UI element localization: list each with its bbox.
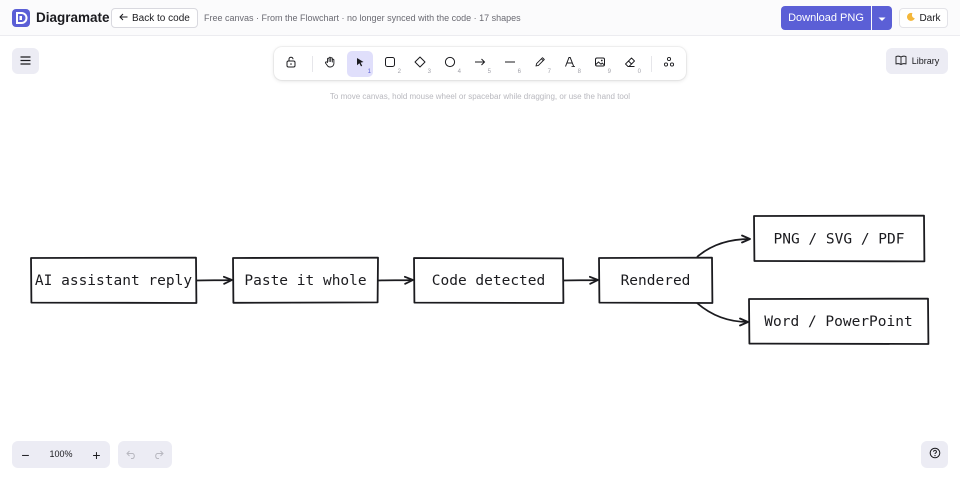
dark-mode-label: Dark [919, 12, 941, 24]
eraser-icon [624, 55, 636, 73]
tool-selection[interactable]: 1 [347, 51, 373, 77]
app-name: Diagramate [36, 10, 110, 25]
line-icon [504, 55, 516, 73]
library-label: Library [911, 56, 940, 66]
node-label: Paste it whole [244, 273, 366, 289]
back-to-code-label: Back to code [132, 12, 190, 24]
flow-node-detected[interactable]: Code detected [413, 257, 565, 304]
tool-line[interactable]: 6 [497, 51, 523, 77]
flow-node-paste[interactable]: Paste it whole [232, 256, 379, 304]
flow-node-png[interactable]: PNG / SVG / PDF [753, 214, 926, 263]
shape-toolbar: 1 2 3 4 5 6 7 8 9 0 [274, 47, 686, 80]
tool-eraser[interactable]: 0 [617, 51, 643, 77]
diamond-icon [414, 55, 426, 73]
text-icon [564, 55, 576, 73]
undo-button[interactable] [118, 441, 145, 468]
node-label: Word / PowerPoint [764, 314, 912, 330]
tool-shortcut: 0 [637, 69, 641, 75]
tool-shortcut: 1 [367, 69, 371, 75]
flow-node-rendered[interactable]: Rendered [598, 256, 714, 304]
tool-shortcut: 9 [607, 69, 611, 75]
node-label: Rendered [621, 273, 691, 289]
toolbar-divider [312, 56, 313, 72]
question-circle-icon [929, 446, 941, 464]
flow-node-word[interactable]: Word / PowerPoint [748, 297, 930, 345]
help-button[interactable] [921, 441, 948, 468]
zoom-in-button[interactable]: + [83, 441, 110, 468]
flow-arrow[interactable] [562, 275, 599, 285]
arrow-right-icon [474, 55, 486, 73]
image-icon [594, 55, 606, 73]
tool-hand[interactable] [317, 51, 343, 77]
tool-arrow[interactable]: 5 [467, 51, 493, 77]
flow-arrow[interactable] [377, 275, 414, 285]
tool-shortcut: 7 [547, 69, 551, 75]
tool-shortcut: 6 [517, 69, 521, 75]
canvas-hint-text: To move canvas, hold mouse wheel or spac… [329, 92, 631, 101]
canvas-info-text: Free canvas · From the Flowchart · no lo… [204, 13, 521, 23]
back-to-code-button[interactable]: Back to code [111, 8, 198, 28]
undo-icon [126, 446, 137, 464]
pointer-icon [354, 55, 366, 73]
main-menu-button[interactable] [12, 48, 39, 74]
tool-ellipse[interactable]: 4 [437, 51, 463, 77]
flow-arrow[interactable] [696, 302, 749, 327]
tool-text[interactable]: 8 [557, 51, 583, 77]
moon-icon [906, 12, 916, 25]
download-options-button[interactable] [872, 6, 892, 30]
flow-arrow[interactable] [195, 275, 233, 285]
tool-rectangle[interactable]: 2 [377, 51, 403, 77]
pencil-icon [534, 55, 546, 73]
redo-button[interactable] [145, 441, 172, 468]
zoom-level[interactable]: 100% [42, 441, 80, 468]
tool-shortcut: 3 [427, 69, 431, 75]
top-bar: Diagramate Back to code Free canvas · Fr… [0, 0, 960, 36]
download-png-button[interactable]: Download PNG [781, 6, 871, 30]
dark-mode-toggle[interactable]: Dark [899, 8, 948, 28]
node-label: PNG / SVG / PDF [774, 232, 905, 248]
tool-draw[interactable]: 7 [527, 51, 553, 77]
node-label: AI assistant reply [35, 273, 192, 289]
ellipse-icon [444, 55, 456, 73]
lock-open-icon [285, 55, 297, 73]
hamburger-icon [20, 52, 31, 70]
download-group: Download PNG [781, 6, 892, 30]
zoom-controls: − 100% + [12, 441, 110, 468]
node-label: Code detected [432, 273, 546, 289]
tool-shortcut: 5 [487, 69, 491, 75]
arrow-left-icon [119, 13, 128, 24]
tool-shortcut: 2 [397, 69, 401, 75]
shapes-icon [663, 55, 675, 73]
chevron-down-icon [878, 9, 886, 27]
toolbar-divider [651, 56, 652, 72]
library-button[interactable]: Library [886, 48, 948, 74]
flow-node-ai-reply[interactable]: AI assistant reply [30, 256, 198, 304]
tool-extra-tools[interactable] [656, 51, 682, 77]
zoom-out-button[interactable]: − [12, 441, 39, 468]
tool-shortcut: 4 [457, 69, 461, 75]
tool-diamond[interactable]: 3 [407, 51, 433, 77]
rectangle-icon [384, 55, 396, 73]
history-controls [118, 441, 172, 468]
flow-arrow[interactable] [696, 234, 751, 258]
tool-shortcut: 8 [577, 69, 581, 75]
redo-icon [153, 446, 164, 464]
tool-lock[interactable] [278, 51, 304, 77]
tool-image[interactable]: 9 [587, 51, 613, 77]
app-logo-icon [12, 9, 30, 27]
book-icon [895, 55, 907, 67]
hand-icon [324, 55, 336, 73]
